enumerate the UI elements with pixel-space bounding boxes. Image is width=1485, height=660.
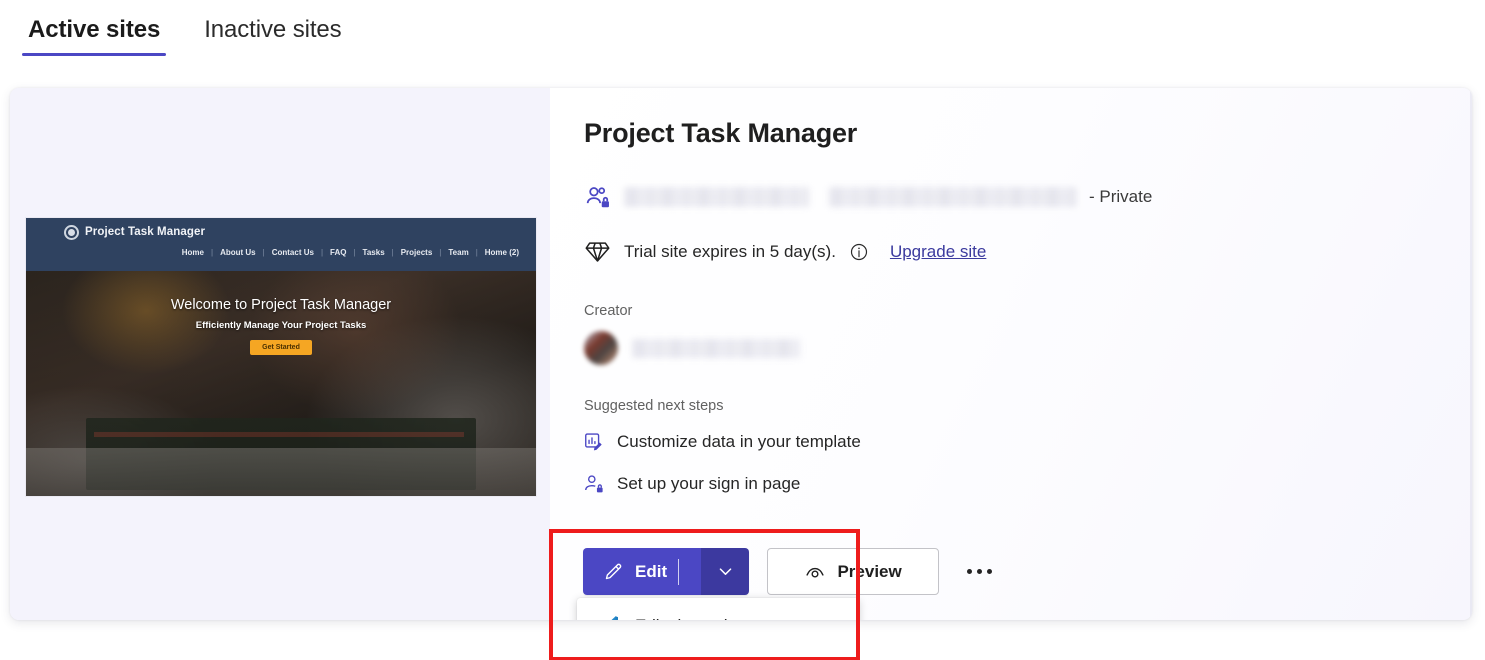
pencil-icon xyxy=(603,561,624,582)
hero-title: Welcome to Project Task Manager xyxy=(26,297,536,313)
edit-dropdown-toggle[interactable] xyxy=(701,548,749,595)
vscode-icon xyxy=(597,614,621,621)
edit-dropdown-menu[interactable]: Edit site code xyxy=(577,598,859,620)
thumbnail-brand: Project Task Manager xyxy=(66,226,205,238)
avatar xyxy=(584,331,618,365)
more-horizontal-icon xyxy=(977,569,982,574)
site-preview-pane: Project Task Manager Home| About Us| Con… xyxy=(10,88,550,620)
hero-text-block: Welcome to Project Task Manager Efficien… xyxy=(26,297,536,355)
more-horizontal-icon xyxy=(987,569,992,574)
thumbnail-brand-label: Project Task Manager xyxy=(85,226,205,238)
tab-active-sites-label: Active sites xyxy=(28,16,160,43)
edit-split-button[interactable]: Edit xyxy=(583,548,749,595)
hero-get-started-button: Get Started xyxy=(250,340,312,355)
tab-inactive-sites[interactable]: Inactive sites xyxy=(198,16,347,56)
thumbnail-hero: Welcome to Project Task Manager Efficien… xyxy=(26,271,536,496)
thumbnail-nav-item: About Us xyxy=(213,248,263,257)
thumbnail-logo-icon xyxy=(66,227,77,238)
edit-button[interactable]: Edit xyxy=(583,548,701,595)
thumbnail-nav-item: Tasks xyxy=(356,248,392,257)
eye-icon xyxy=(804,561,826,583)
site-privacy-label: - Private xyxy=(1089,187,1152,207)
redacted-site-path xyxy=(624,187,809,207)
edit-button-label: Edit xyxy=(635,562,667,582)
step-label: Set up your sign in page xyxy=(617,474,800,494)
page-title: Project Task Manager xyxy=(584,118,857,149)
thumbnail-nav-item: Home (2) xyxy=(478,248,526,257)
step-setup-signin[interactable]: Set up your sign in page xyxy=(583,473,800,495)
site-thumbnail[interactable]: Project Task Manager Home| About Us| Con… xyxy=(26,218,536,496)
thumbnail-nav-item: Contact Us xyxy=(265,248,321,257)
info-circle-icon[interactable] xyxy=(849,242,869,262)
tab-inactive-sites-label: Inactive sites xyxy=(204,16,341,43)
thumbnail-nav-links: Home| About Us| Contact Us| FAQ| Tasks| … xyxy=(175,248,526,257)
split-divider xyxy=(678,559,679,585)
people-lock-icon xyxy=(584,183,612,211)
trial-status-row: Trial site expires in 5 day(s). Upgrade … xyxy=(584,238,986,265)
tab-bar: Active sites Inactive sites xyxy=(0,0,1485,70)
preview-button[interactable]: Preview xyxy=(767,548,939,595)
site-card: Project Task Manager Home| About Us| Con… xyxy=(10,88,1472,620)
edit-site-code-label: Edit site code xyxy=(635,616,737,621)
hero-subtitle: Efficiently Manage Your Project Tasks xyxy=(26,320,536,331)
chart-edit-icon xyxy=(583,431,605,453)
more-actions-button[interactable] xyxy=(957,569,1002,574)
suggested-next-steps-label: Suggested next steps xyxy=(584,398,723,414)
redacted-creator-name xyxy=(632,339,800,358)
diamond-icon xyxy=(584,238,611,265)
step-customize-data[interactable]: Customize data in your template xyxy=(583,431,861,453)
step-label: Customize data in your template xyxy=(617,432,861,452)
site-detail-page: Active sites Inactive sites Project Task… xyxy=(0,0,1485,660)
thumbnail-nav-item: Team xyxy=(441,248,475,257)
thumbnail-navbar: Project Task Manager Home| About Us| Con… xyxy=(26,218,536,271)
redacted-site-url xyxy=(829,187,1077,207)
action-button-row: Edit xyxy=(583,548,1002,595)
thumbnail-nav-item: Projects xyxy=(394,248,440,257)
upgrade-site-link[interactable]: Upgrade site xyxy=(890,242,986,262)
creator-row xyxy=(584,331,800,365)
thumbnail-nav-item: Home xyxy=(175,248,211,257)
person-lock-icon xyxy=(583,473,605,495)
site-details-pane: Project Task Manager - Private xyxy=(550,88,1472,620)
more-horizontal-icon xyxy=(967,569,972,574)
thumbnail-nav-item: FAQ xyxy=(323,248,353,257)
trial-status-text: Trial site expires in 5 day(s). xyxy=(624,242,836,262)
site-privacy-row: - Private xyxy=(584,183,1152,211)
panel-edge xyxy=(1470,88,1472,620)
preview-button-label: Preview xyxy=(837,562,901,582)
tab-active-sites[interactable]: Active sites xyxy=(22,16,166,56)
chevron-down-icon xyxy=(716,562,735,581)
creator-label: Creator xyxy=(584,303,632,319)
